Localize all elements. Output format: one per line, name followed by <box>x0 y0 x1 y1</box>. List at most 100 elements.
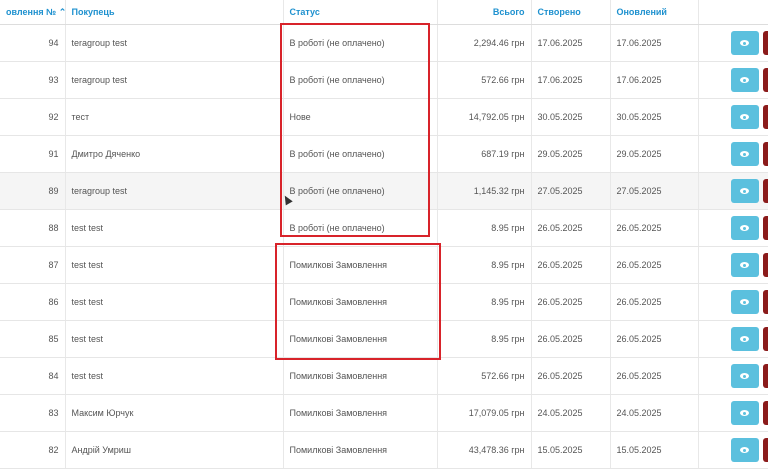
customer-name: test test <box>65 247 283 284</box>
view-order-button[interactable] <box>731 31 759 55</box>
delete-order-button[interactable] <box>763 179 768 203</box>
order-total: 8.95 грн <box>437 284 531 321</box>
updated-date: 30.05.2025 <box>610 99 698 136</box>
view-order-button[interactable] <box>731 105 759 129</box>
row-actions <box>698 395 768 432</box>
table-row[interactable]: 92тестНове14,792.05 грн30.05.202530.05.2… <box>0 99 768 136</box>
order-number-column-header[interactable]: овлення № ⌃ <box>0 0 65 25</box>
delete-order-button[interactable] <box>763 142 768 166</box>
updated-date: 26.05.2025 <box>610 247 698 284</box>
view-order-button[interactable] <box>731 364 759 388</box>
updated-date: 15.05.2025 <box>610 432 698 469</box>
delete-order-button[interactable] <box>763 290 768 314</box>
delete-order-button[interactable] <box>763 401 768 425</box>
eye-icon <box>740 336 749 342</box>
created-date: 17.06.2025 <box>531 25 610 62</box>
order-total: 572.66 грн <box>437 358 531 395</box>
table-row[interactable]: 89teragroup testВ роботі (не оплачено)1,… <box>0 173 768 210</box>
orders-table: овлення № ⌃ Покупець Статус Всього Створ… <box>0 0 768 469</box>
table-row[interactable]: 88test testВ роботі (не оплачено)8.95 гр… <box>0 210 768 247</box>
order-status: Помилкові Замовлення <box>283 284 437 321</box>
order-status: Помилкові Замовлення <box>283 395 437 432</box>
updated-date: 24.05.2025 <box>610 395 698 432</box>
customer-name: Максим Юрчук <box>65 395 283 432</box>
eye-icon <box>740 262 749 268</box>
table-row[interactable]: 84test testПомилкові Замовлення572.66 гр… <box>0 358 768 395</box>
customer-name: teragroup test <box>65 62 283 99</box>
created-date: 26.05.2025 <box>531 284 610 321</box>
order-status: Помилкові Замовлення <box>283 247 437 284</box>
total-column-header[interactable]: Всього <box>437 0 531 25</box>
created-date: 17.06.2025 <box>531 62 610 99</box>
view-order-button[interactable] <box>731 216 759 240</box>
delete-order-button[interactable] <box>763 105 768 129</box>
view-order-button[interactable] <box>731 438 759 462</box>
table-row[interactable]: 93teragroup testВ роботі (не оплачено)57… <box>0 62 768 99</box>
delete-order-button[interactable] <box>763 68 768 92</box>
customer-name: test test <box>65 321 283 358</box>
updated-date: 26.05.2025 <box>610 210 698 247</box>
order-status: Нове <box>283 99 437 136</box>
eye-icon <box>740 188 749 194</box>
created-date: 24.05.2025 <box>531 395 610 432</box>
table-row[interactable]: 85test testПомилкові Замовлення8.95 грн2… <box>0 321 768 358</box>
view-order-button[interactable] <box>731 290 759 314</box>
table-row[interactable]: 94teragroup testВ роботі (не оплачено)2,… <box>0 25 768 62</box>
created-date: 27.05.2025 <box>531 173 610 210</box>
delete-order-button[interactable] <box>763 438 768 462</box>
order-number: 84 <box>0 358 65 395</box>
row-actions <box>698 173 768 210</box>
created-column-header[interactable]: Створено <box>531 0 610 25</box>
row-actions <box>698 358 768 395</box>
view-order-button[interactable] <box>731 68 759 92</box>
eye-icon <box>740 151 749 157</box>
created-date: 30.05.2025 <box>531 99 610 136</box>
view-order-button[interactable] <box>731 179 759 203</box>
view-order-button[interactable] <box>731 142 759 166</box>
customer-column-header[interactable]: Покупець <box>65 0 283 25</box>
created-date: 26.05.2025 <box>531 247 610 284</box>
delete-order-button[interactable] <box>763 31 768 55</box>
view-order-button[interactable] <box>731 253 759 277</box>
customer-name: Андрій Умриш <box>65 432 283 469</box>
view-order-button[interactable] <box>731 327 759 351</box>
row-actions <box>698 284 768 321</box>
updated-date: 27.05.2025 <box>610 173 698 210</box>
customer-name: test test <box>65 210 283 247</box>
order-number: 82 <box>0 432 65 469</box>
order-total: 17,079.05 грн <box>437 395 531 432</box>
status-column-header[interactable]: Статус <box>283 0 437 25</box>
table-row[interactable]: 82Андрій УмришПомилкові Замовлення43,478… <box>0 432 768 469</box>
delete-order-button[interactable] <box>763 216 768 240</box>
eye-icon <box>740 299 749 305</box>
order-number: 88 <box>0 210 65 247</box>
table-row[interactable]: 91Дмитро ДяченкоВ роботі (не оплачено)68… <box>0 136 768 173</box>
order-status: Помилкові Замовлення <box>283 321 437 358</box>
table-row[interactable]: 83Максим ЮрчукПомилкові Замовлення17,079… <box>0 395 768 432</box>
sort-up-icon: ⌃ <box>59 7 65 17</box>
order-number: 91 <box>0 136 65 173</box>
order-total: 14,792.05 грн <box>437 99 531 136</box>
order-status: В роботі (не оплачено) <box>283 136 437 173</box>
updated-column-header[interactable]: Оновлений <box>610 0 698 25</box>
customer-name: teragroup test <box>65 173 283 210</box>
eye-icon <box>740 373 749 379</box>
created-date: 26.05.2025 <box>531 358 610 395</box>
order-number: 86 <box>0 284 65 321</box>
table-row[interactable]: 86test testПомилкові Замовлення8.95 грн2… <box>0 284 768 321</box>
delete-order-button[interactable] <box>763 253 768 277</box>
row-actions <box>698 136 768 173</box>
eye-icon <box>740 114 749 120</box>
table-row[interactable]: 87test testПомилкові Замовлення8.95 грн2… <box>0 247 768 284</box>
order-status: Помилкові Замовлення <box>283 358 437 395</box>
row-actions <box>698 432 768 469</box>
created-date: 26.05.2025 <box>531 321 610 358</box>
delete-order-button[interactable] <box>763 327 768 351</box>
view-order-button[interactable] <box>731 401 759 425</box>
delete-order-button[interactable] <box>763 364 768 388</box>
created-date: 15.05.2025 <box>531 432 610 469</box>
order-number: 87 <box>0 247 65 284</box>
order-status: В роботі (не оплачено) <box>283 210 437 247</box>
actions-column-header <box>698 0 768 25</box>
order-total: 1,145.32 грн <box>437 173 531 210</box>
